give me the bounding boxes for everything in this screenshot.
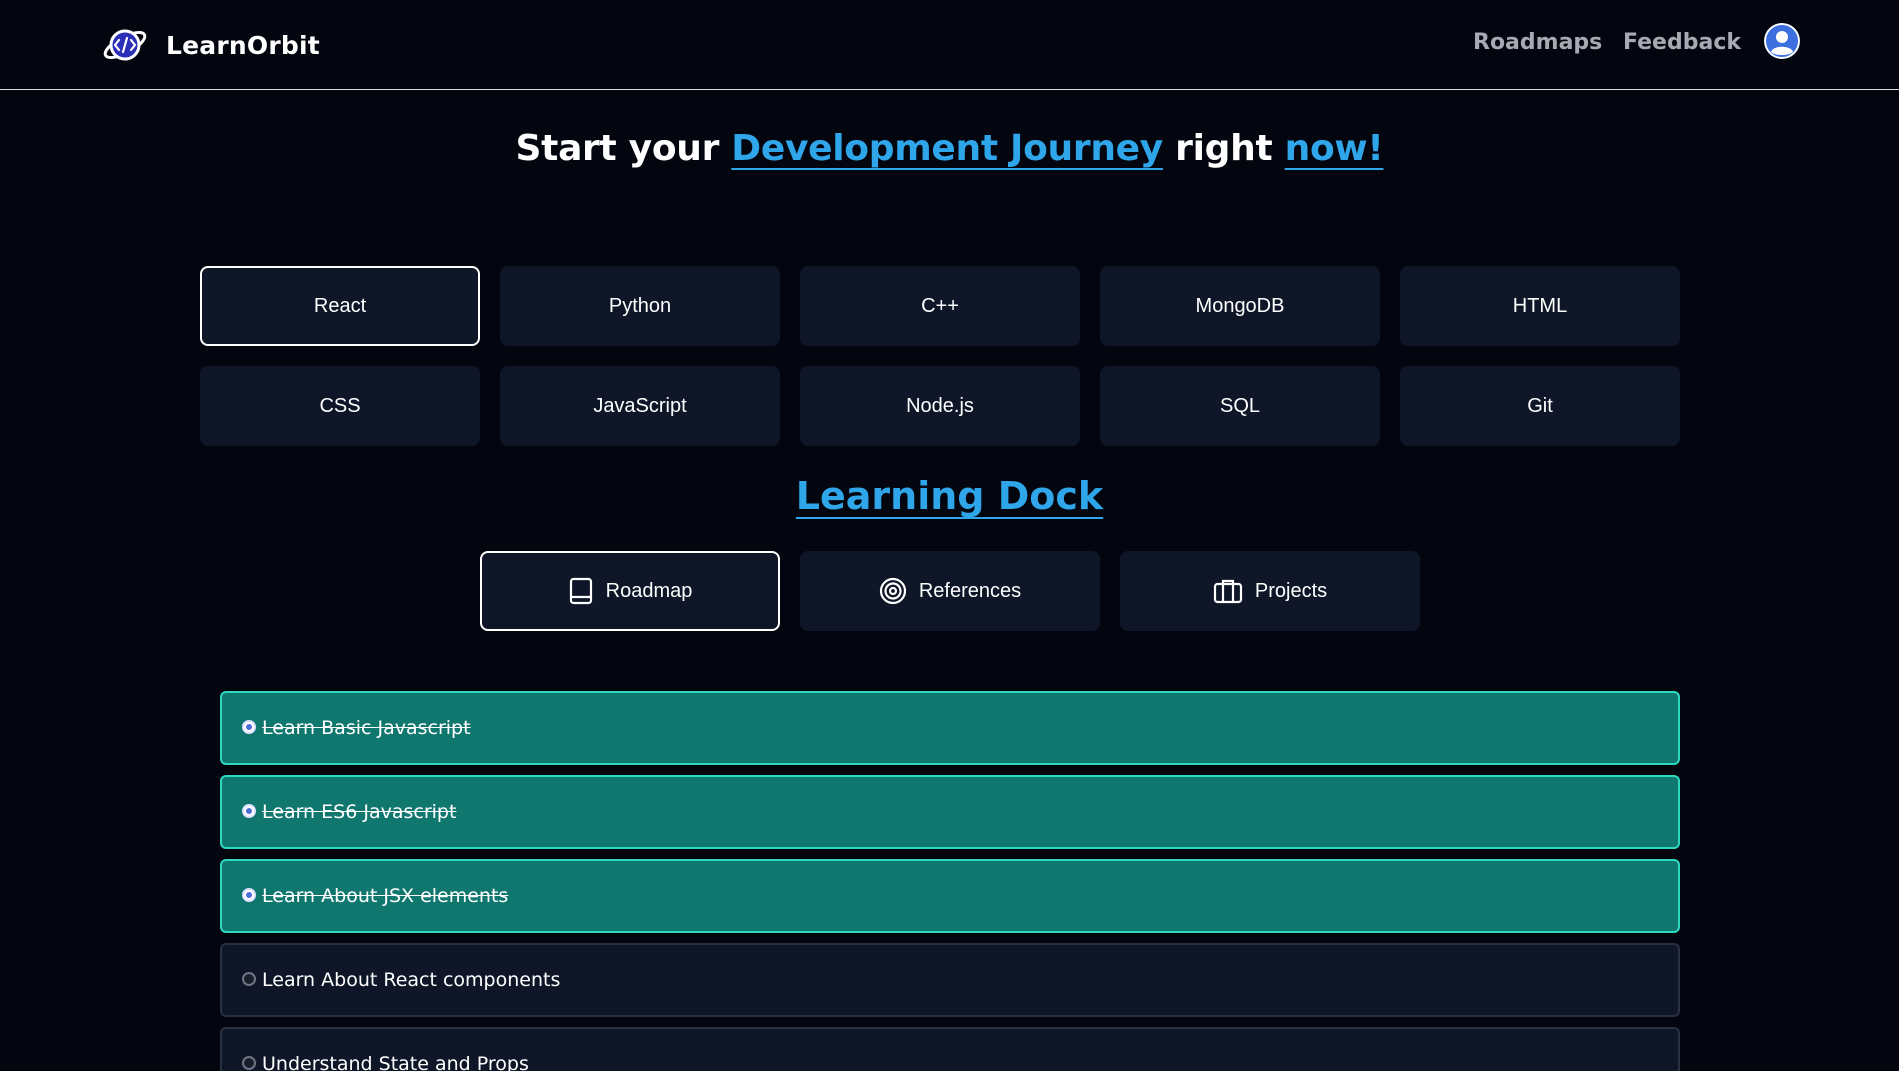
tech-button-cpp[interactable]: C++ <box>800 266 1080 346</box>
hero-text-middle: right <box>1162 128 1285 169</box>
target-icon <box>879 577 906 605</box>
tech-button-javascript[interactable]: JavaScript <box>500 366 780 446</box>
nav-roadmaps-link[interactable]: Roadmaps <box>1473 30 1602 55</box>
hero-heading: Start your Development Journey right now… <box>0 128 1899 169</box>
top-navbar: LearnOrbit Roadmaps Feedback <box>0 0 1899 90</box>
roadmap-step[interactable]: Understand State and Props <box>220 1027 1680 1071</box>
step-unchecked-radio[interactable] <box>242 1056 256 1070</box>
learning-dock-tabs: Roadmap References Projects <box>480 551 1420 631</box>
roadmap-step[interactable]: Learn About JSX elements <box>220 859 1680 933</box>
step-label: Learn About JSX elements <box>262 885 509 907</box>
roadmap-step[interactable]: Learn Basic Javascript <box>220 691 1680 765</box>
tech-button-python[interactable]: Python <box>500 266 780 346</box>
step-label: Learn ES6 Javascript <box>262 801 457 823</box>
learning-dock-title: Learning Dock <box>795 474 1104 518</box>
user-icon <box>1764 23 1800 59</box>
tab-roadmap-label: Roadmap <box>605 579 693 602</box>
step-checked-radio[interactable] <box>242 888 256 902</box>
step-checked-radio[interactable] <box>242 720 256 734</box>
tab-projects-label: Projects <box>1254 579 1328 602</box>
tech-button-nodejs[interactable]: Node.js <box>800 366 1080 446</box>
roadmap-step[interactable]: Learn About React components <box>220 943 1680 1017</box>
hero-accent-journey: Development Journey <box>731 128 1163 169</box>
tab-references[interactable]: References <box>800 551 1100 631</box>
nav-feedback-link[interactable]: Feedback <box>1623 30 1741 55</box>
hero-text-start: Start your <box>515 128 732 169</box>
step-checked-radio[interactable] <box>242 804 256 818</box>
step-label: Learn About React components <box>262 969 561 991</box>
tab-references-label: References <box>918 579 1022 602</box>
technology-selector: React Python C++ MongoDB HTML CSS JavaSc… <box>200 266 1680 446</box>
tech-button-css[interactable]: CSS <box>200 366 480 446</box>
step-label: Learn Basic Javascript <box>262 717 471 739</box>
page: LearnOrbit Roadmaps Feedback Start your … <box>0 0 1899 1071</box>
roadmap-list: Learn Basic Javascript Learn ES6 Javascr… <box>220 691 1680 1071</box>
tab-projects[interactable]: Projects <box>1120 551 1420 631</box>
tech-button-mongodb[interactable]: MongoDB <box>1100 266 1380 346</box>
brand-name: LearnOrbit <box>166 30 320 60</box>
step-label: Understand State and Props <box>262 1053 529 1071</box>
planet-code-icon <box>103 29 147 61</box>
tech-button-react[interactable]: React <box>200 266 480 346</box>
book-icon <box>569 577 592 605</box>
tab-roadmap[interactable]: Roadmap <box>480 551 780 631</box>
roadmap-step[interactable]: Learn ES6 Javascript <box>220 775 1680 849</box>
step-unchecked-radio[interactable] <box>242 972 256 986</box>
tech-button-html[interactable]: HTML <box>1400 266 1680 346</box>
brand-link[interactable]: LearnOrbit <box>100 24 320 66</box>
tech-button-git[interactable]: Git <box>1400 366 1680 446</box>
briefcase-icon <box>1213 579 1242 604</box>
user-avatar[interactable] <box>1764 23 1800 59</box>
tech-button-sql[interactable]: SQL <box>1100 366 1380 446</box>
hero-accent-now: now! <box>1284 128 1384 169</box>
